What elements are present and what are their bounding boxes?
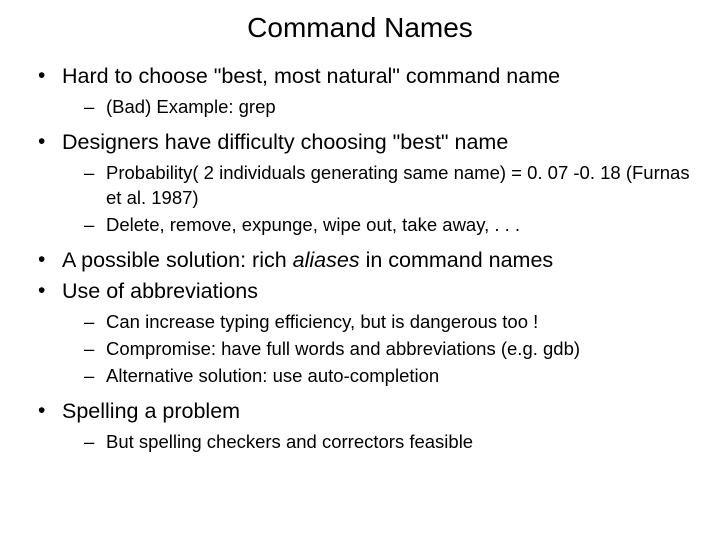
bullet-2: Designers have difficulty choosing "best… <box>38 128 700 238</box>
bullet-3-post: in command names <box>360 248 554 272</box>
slide-title: Command Names <box>20 12 700 44</box>
bullet-5-text: Spelling a problem <box>62 399 240 423</box>
bullet-3: A possible solution: rich aliases in com… <box>38 246 700 275</box>
bullet-2-sub-1: Probability( 2 individuals generating sa… <box>84 161 700 211</box>
bullet-5: Spelling a problem But spelling checkers… <box>38 397 700 455</box>
bullet-list: Hard to choose "best, most natural" comm… <box>20 62 700 455</box>
bullet-1: Hard to choose "best, most natural" comm… <box>38 62 700 120</box>
bullet-4-sub-2: Compromise: have full words and abbrevia… <box>84 337 700 362</box>
bullet-1-text: Hard to choose "best, most natural" comm… <box>62 64 560 88</box>
bullet-1-sub-1: (Bad) Example: grep <box>84 95 700 120</box>
bullet-1-sublist: (Bad) Example: grep <box>62 95 700 120</box>
bullet-2-sublist: Probability( 2 individuals generating sa… <box>62 161 700 238</box>
bullet-5-sub-1: But spelling checkers and correctors fea… <box>84 430 700 455</box>
bullet-4-sublist: Can increase typing efficiency, but is d… <box>62 310 700 389</box>
bullet-2-sub-2: Delete, remove, expunge, wipe out, take … <box>84 213 700 238</box>
bullet-4: Use of abbreviations Can increase typing… <box>38 277 700 389</box>
bullet-4-sub-3: Alternative solution: use auto-completio… <box>84 364 700 389</box>
bullet-3-emphasis: aliases <box>293 248 360 272</box>
slide: Command Names Hard to choose "best, most… <box>0 0 720 540</box>
bullet-2-text: Designers have difficulty choosing "best… <box>62 130 508 154</box>
bullet-3-pre: A possible solution: rich <box>62 248 293 272</box>
bullet-4-text: Use of abbreviations <box>62 279 258 303</box>
bullet-4-sub-1: Can increase typing efficiency, but is d… <box>84 310 700 335</box>
bullet-5-sublist: But spelling checkers and correctors fea… <box>62 430 700 455</box>
